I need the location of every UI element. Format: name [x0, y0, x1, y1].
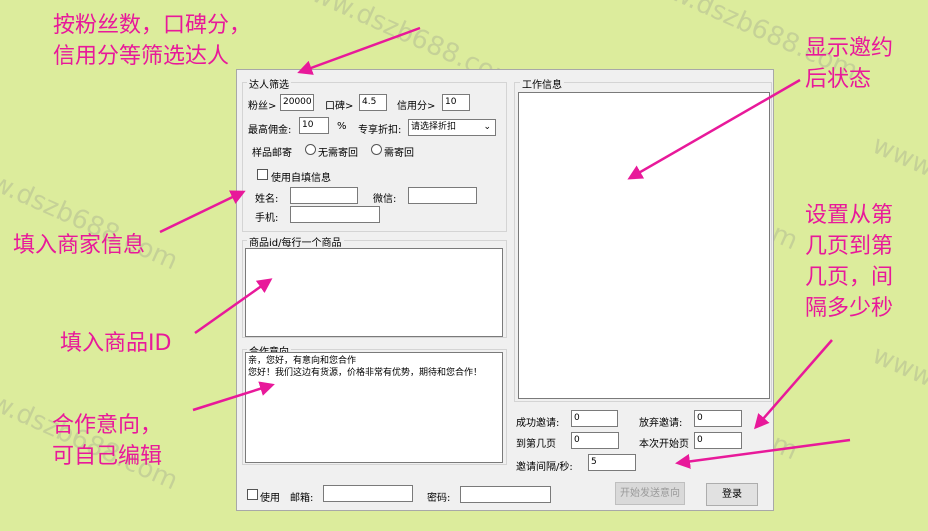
annotation-line: 信用分等筛选达人 — [53, 44, 230, 69]
annotation-line: 显示邀约 — [805, 36, 894, 61]
filter-group-title: 达人筛选 — [247, 76, 291, 91]
use-custom-label: 使用自填信息 — [271, 173, 331, 184]
annotation-line: 填入商品ID — [60, 331, 172, 356]
annotation-merchant: 填入商家信息 — [13, 230, 145, 261]
to-page-input[interactable]: 0 — [571, 432, 619, 449]
annotation-line: 几页到第 — [805, 234, 894, 259]
abandon-label: 放弃邀请: — [639, 418, 683, 429]
discount-select[interactable]: 请选择折扣 ⌄ — [408, 119, 496, 136]
intent-textarea[interactable]: 亲，您好，有意向和您合作 您好！我们这边有货源，价格非常有优势，期待和您合作！ — [245, 352, 503, 463]
abandon-count: 0 — [694, 410, 742, 427]
commission-label: 最高佣金: — [248, 125, 292, 136]
start-page-input[interactable]: 0 — [694, 432, 742, 449]
wechat-input[interactable] — [408, 187, 477, 204]
phone-input[interactable] — [290, 206, 380, 223]
annotation-paging: 设置从第 几页到第 几页，间 隔多少秒 — [805, 200, 893, 324]
name-input[interactable] — [290, 187, 358, 204]
annotation-line: 几页，间 — [805, 265, 894, 290]
annotation-intent: 合作意向， 可自己编辑 — [52, 410, 162, 472]
sample-label: 样品邮寄 — [252, 148, 292, 159]
app-window: 达人筛选 粉丝> 20000 口碑> 4.5 信用分> 10 最高佣金: 10 … — [236, 69, 774, 511]
annotation-line: 填入商家信息 — [13, 233, 146, 258]
credit-input[interactable]: 10 — [442, 94, 470, 111]
arrow-merchant — [159, 190, 246, 234]
work-info-group-title: 工作信息 — [520, 76, 564, 91]
wechat-label: 微信: — [373, 194, 397, 205]
annotation-line: 设置从第 — [805, 203, 894, 228]
start-page-label: 本次开始页 — [639, 439, 689, 450]
use-email-label: 使用 — [260, 493, 280, 504]
radio-no-return[interactable] — [305, 144, 316, 155]
email-input[interactable] — [323, 485, 413, 502]
percent-label: % — [337, 121, 347, 132]
annotation-line: 隔多少秒 — [805, 296, 894, 321]
reputation-label: 口碑> — [325, 101, 354, 112]
screenshot-canvas: { "watermark": "www.dszb688.com", "annot… — [0, 0, 928, 531]
login-button[interactable]: 登录 — [706, 483, 758, 506]
radio-return-label: 需寄回 — [384, 148, 414, 159]
annotation-line: 可自己编辑 — [52, 444, 163, 469]
to-page-label: 到第几页 — [516, 439, 556, 450]
commission-input[interactable]: 10 — [299, 117, 329, 134]
use-custom-checkbox[interactable] — [257, 169, 268, 180]
arrow-filter — [297, 26, 421, 75]
interval-input[interactable]: 5 — [588, 454, 636, 471]
fans-input[interactable]: 20000 — [280, 94, 314, 111]
annotation-status: 显示邀约 后状态 — [805, 33, 893, 95]
product-group-title: 商品id/每行一个商品 — [247, 234, 344, 249]
fans-label: 粉丝> — [248, 101, 277, 112]
annotation-line: 合作意向， — [52, 413, 163, 438]
annotation-filter: 按粉丝数，口碑分， 信用分等筛选达人 — [53, 10, 251, 72]
name-label: 姓名: — [255, 194, 279, 205]
radio-no-return-label: 无需寄回 — [318, 148, 358, 159]
phone-label: 手机: — [255, 213, 279, 224]
product-id-textarea[interactable] — [245, 248, 503, 337]
success-count: 0 — [571, 410, 618, 427]
use-email-checkbox[interactable] — [247, 489, 258, 500]
start-send-button[interactable]: 开始发送意向 — [615, 482, 685, 505]
work-info-log — [518, 92, 770, 399]
email-label: 邮箱: — [290, 493, 314, 504]
annotation-product: 填入商品ID — [60, 328, 171, 359]
discount-label: 专享折扣: — [358, 125, 402, 136]
annotation-line: 后状态 — [805, 67, 872, 92]
password-input[interactable] — [460, 486, 551, 503]
interval-label: 邀请间隔/秒: — [516, 462, 573, 473]
annotation-line: 按粉丝数，口碑分， — [53, 13, 252, 38]
radio-return[interactable] — [371, 144, 382, 155]
chevron-down-icon: ⌄ — [483, 122, 491, 132]
watermark: www.dszb688.com — [867, 340, 928, 467]
password-label: 密码: — [427, 493, 451, 504]
reputation-input[interactable]: 4.5 — [359, 94, 387, 111]
credit-label: 信用分> — [397, 101, 436, 112]
discount-select-value: 请选择折扣 — [411, 122, 457, 132]
success-label: 成功邀请: — [516, 418, 560, 429]
